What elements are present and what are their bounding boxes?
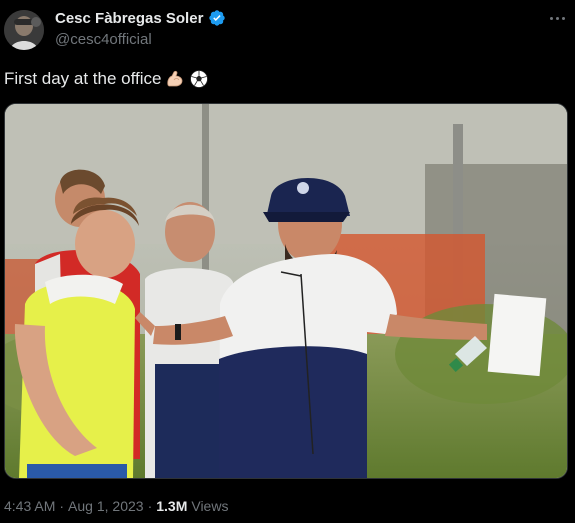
avatar-image	[4, 10, 44, 50]
handle[interactable]: @cesc4official	[55, 31, 152, 48]
verified-badge-icon	[208, 9, 226, 27]
author-name-row: Cesc Fàbregas Soler	[55, 9, 226, 27]
tweet-photo[interactable]	[4, 103, 568, 479]
more-options-icon[interactable]	[545, 10, 569, 26]
meta-separator: ·	[59, 498, 65, 514]
views-label: Views	[191, 498, 229, 514]
views-count: 1.3M	[156, 498, 188, 514]
tweet-time[interactable]: 4:43 AM	[4, 498, 55, 514]
photo-scene	[5, 104, 567, 478]
tweet-text-body: First day at the office	[4, 69, 162, 88]
avatar[interactable]	[4, 10, 44, 50]
flexed-biceps-icon	[165, 69, 185, 89]
tweet-text: First day at the office	[4, 69, 209, 89]
tweet: Cesc Fàbregas Soler @cesc4official First…	[0, 0, 575, 523]
meta-separator-2: ·	[147, 498, 153, 514]
tweet-date[interactable]: Aug 1, 2023	[68, 498, 144, 514]
display-name[interactable]: Cesc Fàbregas Soler	[55, 10, 203, 27]
tweet-meta: 4:43 AM · Aug 1, 2023 · 1.3M Views	[4, 498, 228, 514]
soccer-ball-icon	[189, 69, 209, 89]
